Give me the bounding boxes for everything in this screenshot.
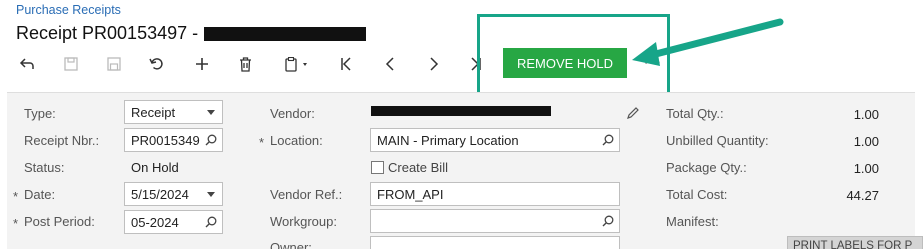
required-marker: * xyxy=(259,135,265,150)
post-period-label: Post Period: xyxy=(24,214,95,229)
vendor-label: Vendor: xyxy=(270,106,315,121)
workgroup-label: Workgroup: xyxy=(270,214,337,229)
search-icon[interactable] xyxy=(601,133,615,147)
package-qty-label: Package Qty.: xyxy=(666,160,747,175)
save-close-icon[interactable] xyxy=(101,50,127,78)
post-period-field[interactable]: 05-2024 xyxy=(124,210,223,234)
manifest-label: Manifest: xyxy=(666,214,719,229)
date-value: 5/15/2024 xyxy=(131,186,189,202)
chevron-down-icon xyxy=(204,105,218,119)
unbilled-qty-value: 1.00 xyxy=(853,134,879,149)
next-record-icon[interactable] xyxy=(421,50,447,78)
workgroup-field[interactable] xyxy=(370,209,620,233)
redacted-vendor-name xyxy=(204,27,367,41)
search-icon[interactable] xyxy=(204,133,218,147)
date-label: Date: xyxy=(24,187,56,202)
total-cost-value: 44.27 xyxy=(846,188,879,203)
total-cost-label: Total Cost: xyxy=(666,187,728,202)
status-label: Status: xyxy=(24,160,65,175)
create-bill-label: Create Bill xyxy=(388,160,448,175)
vendor-ref-label: Vendor Ref.: xyxy=(270,187,343,202)
vendor-ref-field[interactable]: FROM_API xyxy=(370,182,620,206)
chevron-down-icon[interactable] xyxy=(204,187,218,201)
required-marker: * xyxy=(13,189,19,204)
search-icon[interactable] xyxy=(601,214,615,228)
type-select[interactable]: Receipt xyxy=(124,100,223,124)
receipt-nbr-label: Receipt Nbr.: xyxy=(24,133,100,148)
redacted-vendor-value xyxy=(371,106,551,116)
previous-record-icon[interactable] xyxy=(377,50,403,78)
edit-pencil-icon[interactable] xyxy=(626,106,640,125)
owner-label: Owner: xyxy=(270,240,312,249)
status-value: On Hold xyxy=(131,160,179,175)
owner-field[interactable] xyxy=(370,236,620,249)
annotation-arrow-icon xyxy=(632,18,784,66)
total-qty-value: 1.00 xyxy=(853,107,879,122)
location-field[interactable]: MAIN - Primary Location xyxy=(370,128,620,152)
type-label: Type: xyxy=(24,106,56,121)
breadcrumb[interactable]: Purchase Receipts xyxy=(16,3,121,17)
first-record-icon[interactable] xyxy=(333,50,359,78)
cancel-icon[interactable] xyxy=(144,50,170,78)
location-value: MAIN - Primary Location xyxy=(377,132,519,148)
search-icon[interactable] xyxy=(204,215,218,229)
package-qty-value: 1.00 xyxy=(853,161,879,176)
type-value: Receipt xyxy=(131,104,176,120)
required-marker: * xyxy=(13,216,19,231)
date-field[interactable]: 5/15/2024 xyxy=(124,182,223,206)
save-icon[interactable] xyxy=(58,50,84,78)
add-icon[interactable] xyxy=(189,50,215,78)
page-title-row: Receipt PR00153497 - xyxy=(16,20,367,46)
location-label: Location: xyxy=(270,133,323,148)
delete-icon[interactable] xyxy=(232,50,258,78)
print-labels-button[interactable]: PRINT LABELS FOR P xyxy=(787,236,923,249)
unbilled-qty-label: Unbilled Quantity: xyxy=(666,133,769,148)
post-period-value: 05-2024 xyxy=(131,214,179,230)
copy-paste-icon[interactable] xyxy=(277,50,319,78)
undo-icon[interactable] xyxy=(14,50,40,78)
receipt-nbr-value: PR0015349 xyxy=(131,132,200,148)
vendor-ref-value: FROM_API xyxy=(377,186,444,202)
page-title: Receipt PR00153497 - xyxy=(16,22,199,43)
receipt-nbr-field[interactable]: PR0015349 xyxy=(124,128,223,152)
create-bill-checkbox[interactable] xyxy=(371,161,384,174)
total-qty-label: Total Qty.: xyxy=(666,106,724,121)
